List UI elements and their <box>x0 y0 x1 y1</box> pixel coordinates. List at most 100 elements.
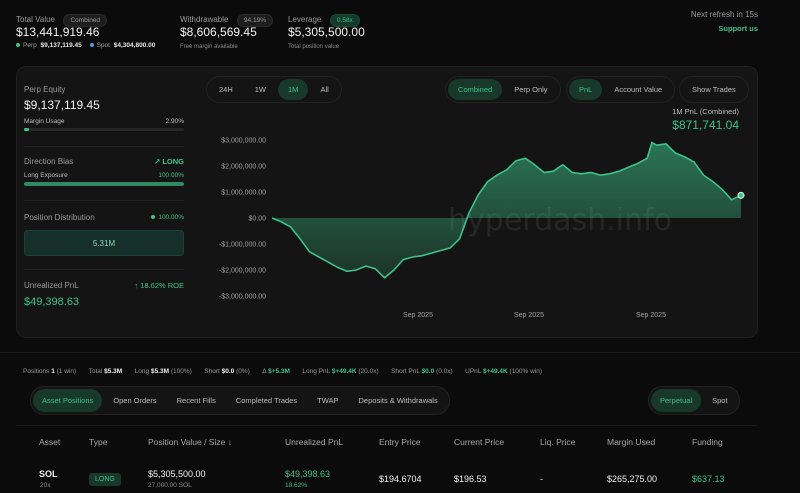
y-tick-label: -$2,000,000.00 <box>219 268 266 275</box>
stat-positions-value: 1 <box>51 368 55 375</box>
table-tabs: Asset Positions Open Orders Recent Fills Co… <box>30 386 450 415</box>
tab-recent-fills[interactable]: Recent Fills <box>168 389 225 412</box>
range-tab-1m[interactable]: 1M <box>278 79 309 100</box>
show-trades-button[interactable]: Show Trades <box>682 79 746 100</box>
distribution-block[interactable]: 5.31M <box>24 230 184 256</box>
column-header-unrealized-pnl[interactable]: Unrealized PnL <box>285 437 343 447</box>
column-header-asset[interactable]: Asset <box>39 437 60 447</box>
unrealized-pnl-card: Unrealized PnL ↑ 18.62% ROE $49,398.63 <box>24 281 184 308</box>
y-tick-label: $2,000,000.00 <box>221 164 266 171</box>
column-header-type[interactable]: Type <box>89 437 107 447</box>
position-distribution-label: Position Distribution <box>24 213 95 222</box>
trending-up-icon: ↗ <box>153 157 161 166</box>
column-header-funding[interactable]: Funding <box>692 437 723 447</box>
tab-open-orders[interactable]: Open Orders <box>104 389 165 412</box>
withdrawable-value: $8,606,569.45 <box>180 25 257 39</box>
margin-usage-fill <box>24 128 29 131</box>
stat-long: Long $5.3M (100%) <box>135 368 192 375</box>
stats-bar: Positions 1 (1 win) Total $5.3M Long $5.… <box>23 360 550 378</box>
range-tab-1w[interactable]: 1W <box>245 79 276 100</box>
spot-value: $4,304,800.00 <box>113 42 156 49</box>
current-price: $196.53 <box>454 474 487 484</box>
tab-completed-trades[interactable]: Completed Trades <box>227 389 306 412</box>
direction-bias-card: Direction Bias ↗ LONG Long Exposure 100.… <box>24 157 184 186</box>
stat-positions-label: Positions <box>23 368 50 375</box>
tab-asset-positions[interactable]: Asset Positions <box>33 389 103 412</box>
column-header-position-value-size[interactable]: Position Value / Size ↓ <box>148 437 232 447</box>
stat-long-pnl-label: Long PnL <box>302 368 330 375</box>
stat-delta-value: $+5.3M <box>268 368 290 375</box>
position-value: $5,305,500.00 <box>148 469 206 479</box>
leverage-sub: Total position value <box>288 44 340 50</box>
perp-equity-card: Perp Equity $9,137,119.45 Margin Usage 2… <box>24 85 184 131</box>
market-tab-spot[interactable]: Spot <box>703 389 736 412</box>
y-tick-label: -$3,000,000.00 <box>219 294 266 301</box>
long-exposure-value: 100.00% <box>158 172 184 179</box>
stat-short-pnl-sub: (0.0x) <box>436 368 453 375</box>
metric-tab-account-value[interactable]: Account Value <box>604 79 672 100</box>
stat-short-pnl-value: $0.0 <box>421 368 435 375</box>
column-header-entry-price[interactable]: Entry Price <box>379 437 421 447</box>
column-header-current-price[interactable]: Current Price <box>454 437 504 447</box>
range-tab-all[interactable]: All <box>310 79 338 100</box>
stat-upnl-sub: (100% win) <box>509 368 543 375</box>
mode-selector: Combined Perp Only <box>445 76 561 103</box>
y-tick-label: $1,000,000.00 <box>221 190 266 197</box>
stat-long-value: $5.3M <box>150 368 170 375</box>
entry-price: $194.6704 <box>379 474 422 484</box>
long-exposure-label: Long Exposure <box>24 172 68 179</box>
margin-usage-label: Margin Usage <box>24 118 65 125</box>
margin-usage-value: 2.90% <box>165 118 184 125</box>
stat-upnl: UPnL $+49.4K (100% win) <box>465 368 542 375</box>
stat-long-pnl: Long PnL $+49.4K (20.0x) <box>302 368 378 375</box>
divider <box>24 200 184 201</box>
distribution-percent-value: 100.00% <box>158 214 184 221</box>
show-trades-control: Show Trades <box>679 76 749 103</box>
market-tabs: Perpetual Spot <box>648 386 740 415</box>
stat-short-value: $0.0 <box>221 368 235 375</box>
margin-usage-bar <box>24 128 184 131</box>
asset-name[interactable]: SOL <box>39 469 58 479</box>
column-header-margin-used[interactable]: Margin Used <box>607 437 655 447</box>
stat-long-sub: (100%) <box>170 368 192 375</box>
long-exposure-fill <box>24 182 184 186</box>
metric-selector: PnL Account Value <box>566 76 676 103</box>
stat-short-pnl: Short PnL $0.0 (0.0x) <box>391 368 453 375</box>
stat-long-pnl-value: $+49.4K <box>331 368 357 375</box>
perp-spot-breakdown: Perp $9,137,119.45 Spot $4,304,800.00 <box>16 42 155 49</box>
tab-twap[interactable]: TWAP <box>308 389 347 412</box>
stat-long-pnl-sub: (20.0x) <box>358 368 379 375</box>
y-tick-label: $0.00 <box>248 216 266 223</box>
market-tab-perpetual[interactable]: Perpetual <box>651 389 702 412</box>
unrealized-pnl-label: Unrealized PnL <box>24 281 79 290</box>
spot-dot-icon <box>89 43 94 48</box>
direction-bias-value: LONG <box>162 157 184 166</box>
last-point-marker[interactable] <box>737 191 745 199</box>
column-header-liq-price[interactable]: Liq. Price <box>540 437 575 447</box>
metric-tab-pnl[interactable]: PnL <box>569 79 603 100</box>
perp-equity-label: Perp Equity <box>24 85 66 94</box>
tab-deposits-withdrawals[interactable]: Deposits & Withdrawals <box>350 389 447 412</box>
spot-label: Spot <box>96 42 110 49</box>
pnl-chart[interactable]: hyperdash.info $3,000,000.00$2,000,000.0… <box>200 130 758 330</box>
x-axis: Sep 2025Sep 2025Sep 2025Sep 2025 <box>403 312 666 319</box>
upnl-percent: 18.62% <box>285 482 308 489</box>
range-tab-24h[interactable]: 24H <box>209 79 243 100</box>
withdrawable-label: Withdrawable <box>180 15 229 24</box>
range-selector: 24H 1W 1M All <box>206 76 342 103</box>
stat-upnl-value: $+49.4K <box>482 368 508 375</box>
margin-used: $265,275.00 <box>607 474 658 484</box>
support-link[interactable]: Support us <box>718 24 758 33</box>
position-distribution-card: Position Distribution 100.00% 5.31M <box>24 213 184 256</box>
mode-tab-combined[interactable]: Combined <box>448 79 503 100</box>
perp-equity-value: $9,137,119.45 <box>24 98 100 112</box>
leverage-label: Leverage <box>288 15 322 24</box>
stat-short-sub: (0%) <box>236 368 250 375</box>
mode-tab-perp-only[interactable]: Perp Only <box>504 79 557 100</box>
stat-positions: Positions 1 (1 win) <box>23 368 76 375</box>
liq-price: - <box>540 474 543 484</box>
y-tick-label: $3,000,000.00 <box>221 138 266 145</box>
divider <box>0 352 800 353</box>
perp-dot-icon <box>16 43 20 48</box>
stat-total: Total $5.3M <box>89 368 123 375</box>
